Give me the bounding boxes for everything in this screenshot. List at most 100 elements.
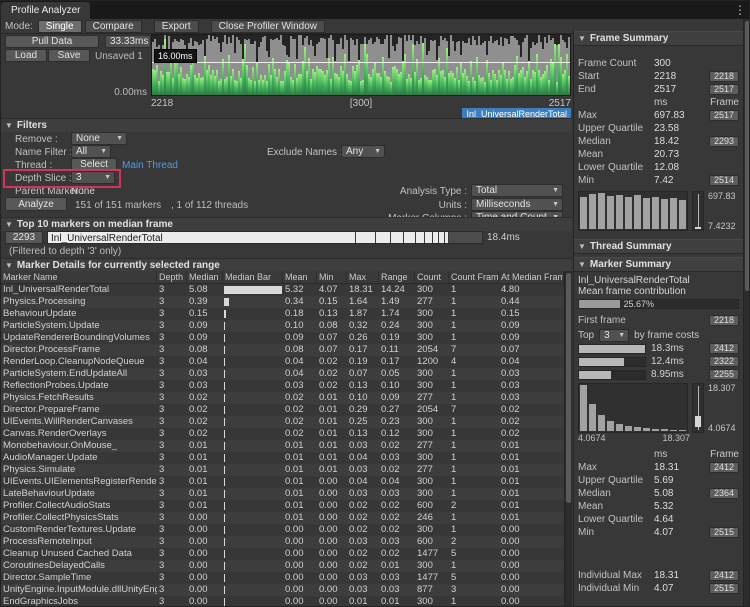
table-row[interactable]: BehaviourUpdate 3 0.15 0.18 0.13 1.87 1.… (1, 308, 564, 320)
filters-header[interactable]: ▼ Filters (1, 118, 572, 132)
table-row[interactable]: UnityEngine.InputModule.dllUnityEngineIn… (1, 584, 564, 596)
scale-dropdown[interactable]: 33.33ms▼ (105, 35, 151, 48)
save-button[interactable]: Save (48, 49, 90, 62)
details-scrollbar-thumb[interactable] (566, 273, 571, 503)
frame-link-button[interactable]: 2517 (709, 110, 739, 121)
cell-median-bar (223, 308, 283, 320)
frame-link-button[interactable]: 2515 (709, 583, 739, 594)
cell-max: 0.04 (347, 476, 379, 488)
summary-row: Min 7.42 2514 (574, 174, 743, 187)
table-row[interactable]: Profiler.CollectAudioStats 3 0.01 0.01 0… (1, 500, 564, 512)
details-table-header[interactable]: Marker NameDepthMedianMedian BarMeanMinM… (1, 271, 564, 284)
table-row[interactable]: Inl_UniversalRenderTotal 3 5.08 5.32 4.0… (1, 284, 564, 296)
table-row[interactable]: Physics.Simulate 3 0.01 0.01 0.01 0.03 0… (1, 464, 564, 476)
table-row[interactable]: Cleanup Unused Cached Data 3 0.00 0.00 0… (1, 548, 564, 560)
cell-range: 0.05 (379, 368, 415, 380)
summary-row: Individual Max 18.31 2412 (574, 569, 743, 582)
frame-link-button[interactable]: 2412 (709, 570, 739, 581)
details-scrollbar[interactable] (564, 271, 572, 607)
marker-summary-header[interactable]: ▼ Marker Summary (574, 257, 743, 272)
frame-link-button[interactable]: 2218 (709, 71, 739, 82)
table-row[interactable]: ParticleSystem.EndUpdateAll 3 0.03 0.04 … (1, 368, 564, 380)
table-row[interactable]: Director.ProcessFrame 3 0.08 0.08 0.07 0… (1, 344, 564, 356)
column-header[interactable]: Count (415, 271, 449, 283)
frame-link-button[interactable]: 2412 (709, 462, 739, 473)
table-row[interactable]: ProcessRemoteInput 3 0.00 0.00 0.00 0.03… (1, 536, 564, 548)
marker-details-header[interactable]: ▼ Marker Details for currently selected … (1, 258, 572, 272)
marker-time-bars (152, 35, 570, 95)
histogram-bar (598, 193, 605, 229)
mode-single-button[interactable]: Single (38, 20, 82, 33)
stat-label: Median (578, 136, 654, 147)
column-header[interactable]: Depth (157, 271, 187, 283)
panel-scrollbar-thumb[interactable] (745, 21, 750, 291)
table-row[interactable]: ReflectionProbes.Update 3 0.03 0.03 0.02… (1, 380, 564, 392)
table-row[interactable]: Director.SampleTime 3 0.00 0.00 0.00 0.0… (1, 572, 564, 584)
frame-link-button[interactable]: 2218 (709, 315, 739, 326)
thread-select-button[interactable]: Select (71, 158, 117, 171)
frame-link-button[interactable]: 2322 (709, 356, 739, 367)
analyze-button[interactable]: Analyze (5, 197, 67, 211)
stat-value: 300 (654, 58, 702, 69)
table-row[interactable]: EndGraphicsJobs 3 0.00 0.00 0.00 0.01 0.… (1, 596, 564, 607)
column-header[interactable]: Range (379, 271, 415, 283)
table-row[interactable]: Physics.Processing 3 0.39 0.34 0.15 1.64… (1, 296, 564, 308)
column-header[interactable]: Count Frame (449, 271, 499, 283)
depth-slice-dropdown[interactable]: 3▼ (71, 171, 115, 184)
table-row[interactable]: Profiler.CollectPhysicsStats 3 0.00 0.01… (1, 512, 564, 524)
remove-dropdown[interactable]: None▼ (71, 132, 127, 145)
frame-link-button[interactable]: 2517 (709, 84, 739, 95)
units-dropdown[interactable]: Milliseconds▼ (471, 198, 563, 211)
table-row[interactable]: ParticleSystem.Update 3 0.09 0.10 0.08 0… (1, 320, 564, 332)
top-markers-header[interactable]: ▼ Top 10 markers on median frame (1, 217, 572, 231)
table-row[interactable]: CustomRenderTextures.Update 3 0.00 0.00 … (1, 524, 564, 536)
frame-link-button[interactable]: 2515 (709, 527, 739, 538)
column-header[interactable]: Median (187, 271, 223, 283)
depth-filter-note: (Filtered to depth '3' only) (9, 246, 121, 257)
panel-scrollbar[interactable] (743, 19, 750, 607)
frame-link-button[interactable]: 2412 (709, 343, 739, 354)
load-button[interactable]: Load (5, 49, 47, 62)
cell-max: 0.03 (347, 488, 379, 500)
table-row[interactable]: CoroutinesDelayedCalls 3 0.00 0.00 0.00 … (1, 560, 564, 572)
frame-summary-header[interactable]: ▼ Frame Summary (574, 31, 743, 46)
column-header[interactable]: At Median Frame (499, 271, 564, 283)
column-header[interactable]: Median Bar (223, 271, 283, 283)
tab-profile-analyzer[interactable]: Profile Analyzer (1, 2, 90, 19)
column-header[interactable]: Min (317, 271, 347, 283)
close-profiler-button[interactable]: Close Profiler Window (211, 20, 325, 33)
frame-link-button[interactable]: 2293 (709, 136, 739, 147)
pull-data-button[interactable]: Pull Data (5, 35, 99, 48)
column-header[interactable]: Marker Name (1, 271, 157, 283)
table-row[interactable]: UpdateRendererBoundingVolumes 3 0.09 0.0… (1, 332, 564, 344)
frame-time-graph[interactable]: 16.00ms (151, 34, 571, 96)
exclude-names-dropdown[interactable]: Any▼ (341, 145, 385, 158)
table-row[interactable]: AudioManager.Update 3 0.01 0.01 0.01 0.0… (1, 452, 564, 464)
table-row[interactable]: UIEvents.WillRenderCanvases 3 0.02 0.02 … (1, 416, 564, 428)
kebab-menu-icon[interactable]: ⋮ (734, 2, 746, 18)
table-row[interactable]: Monobehaviour.OnMouse_ 3 0.01 0.01 0.01 … (1, 440, 564, 452)
frame-link-button[interactable]: 2514 (709, 175, 739, 186)
table-row[interactable]: Canvas.RenderOverlays 3 0.02 0.02 0.01 0… (1, 428, 564, 440)
cell-max: 0.02 (347, 512, 379, 524)
table-row[interactable]: Physics.FetchResults 3 0.02 0.02 0.01 0.… (1, 392, 564, 404)
frame-link-button[interactable]: 2255 (709, 369, 739, 380)
thread-summary-header[interactable]: ▼ Thread Summary (574, 239, 743, 254)
cell-count-frame: 5 (449, 548, 499, 560)
table-row[interactable]: Director.PrepareFrame 3 0.02 0.02 0.01 0… (1, 404, 564, 416)
cell-depth: 3 (157, 404, 187, 416)
column-header[interactable]: Max (347, 271, 379, 283)
top-n-dropdown[interactable]: 3▼ (599, 329, 629, 342)
frame-link-button[interactable]: 2364 (709, 488, 739, 499)
mode-compare-button[interactable]: Compare (85, 20, 142, 33)
median-frame-button[interactable]: 2293 (5, 231, 43, 244)
table-row[interactable]: RenderLoop.CleanupNodeQueue 3 0.04 0.04 … (1, 356, 564, 368)
table-row[interactable]: LateBehaviourUpdate 3 0.01 0.01 0.00 0.0… (1, 488, 564, 500)
summary-panel: ▼ Frame Summary Frame Count 300 Start 22… (573, 31, 743, 607)
analysis-type-dropdown[interactable]: Total▼ (471, 184, 563, 197)
thread-value-link[interactable]: Main Thread (122, 160, 178, 171)
name-filter-dropdown[interactable]: All▼ (71, 145, 111, 158)
export-button[interactable]: Export (154, 20, 199, 33)
column-header[interactable]: Mean (283, 271, 317, 283)
table-row[interactable]: UIEvents.UIElementsRegisterRenderers 3 0… (1, 476, 564, 488)
